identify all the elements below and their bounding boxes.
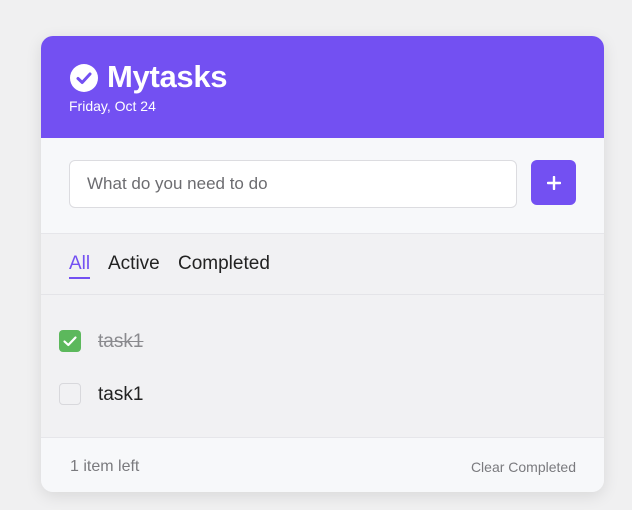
tab-active[interactable]: Active <box>108 252 160 276</box>
new-task-input[interactable] <box>69 160 517 208</box>
filter-tabs: All Active Completed <box>41 234 604 295</box>
plus-icon <box>546 175 561 190</box>
tab-completed[interactable]: Completed <box>178 252 270 276</box>
task-checkbox-checked[interactable] <box>59 330 81 352</box>
tab-all[interactable]: All <box>69 252 91 279</box>
add-task-section <box>41 138 604 234</box>
app-date: Friday, Oct 24 <box>69 98 156 114</box>
add-task-button[interactable] <box>531 160 576 205</box>
task-item-active: task1 <box>41 369 604 419</box>
app-title: Mytasks <box>107 59 228 94</box>
task-list: task1 task1 <box>41 295 604 437</box>
todo-footer: 1 item left Clear Completed <box>41 437 604 492</box>
clear-completed-button[interactable]: Clear Completed <box>471 458 576 476</box>
task-text: task1 <box>98 384 144 405</box>
check-icon <box>63 336 77 347</box>
app-header: Mytasks Friday, Oct 24 <box>41 36 604 138</box>
check-circle-icon <box>70 64 98 92</box>
task-text: task1 <box>98 331 144 352</box>
items-left-count: 1 item left <box>70 458 140 475</box>
todo-card: Mytasks Friday, Oct 24 All Active Comple… <box>41 36 604 492</box>
task-item-completed: task1 <box>41 316 604 366</box>
task-checkbox-unchecked[interactable] <box>59 383 81 405</box>
